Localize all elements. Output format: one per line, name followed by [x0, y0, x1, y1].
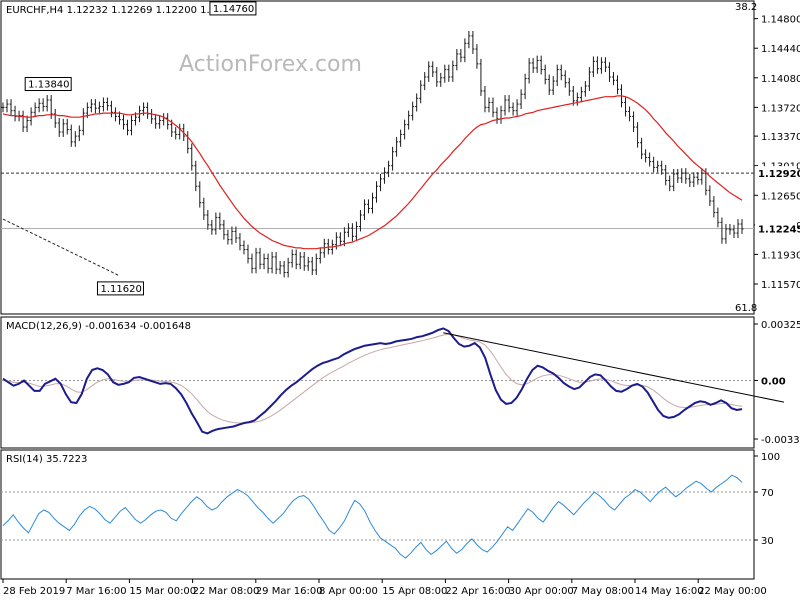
price-y-tick-label: 1.12650: [761, 191, 800, 202]
watermark: ActionForex.com: [179, 52, 362, 77]
annotation-label: 1.14760: [213, 4, 254, 15]
price-y-tick-label: 1.11570: [761, 280, 800, 291]
chart-root: EURCHF,H4 1.12232 1.12269 1.12200 1.1224…: [0, 0, 800, 600]
macd-y-tick-label: 0.003253: [761, 320, 800, 331]
x-tick-label: 14 May 16:00: [635, 586, 704, 597]
rsi-y-tick-label: 100: [761, 452, 780, 463]
annotation-label: 1.11620: [100, 284, 141, 295]
fib-top-label: 38.2: [735, 2, 757, 13]
x-tick-label: 22 May 00:00: [698, 586, 767, 597]
macd-y-tick-label: 0.00: [761, 376, 786, 387]
x-tick-label: 28 Feb 2019: [3, 586, 65, 597]
horizontal-level-label: 1.12920: [758, 169, 800, 180]
chart-canvas: EURCHF,H4 1.12232 1.12269 1.12200 1.1224…: [0, 0, 800, 600]
x-tick-label: 15 Mar 00:00: [129, 586, 196, 597]
price-y-tick-label: 1.13370: [761, 132, 800, 143]
annotation-label: 1.13840: [28, 80, 69, 91]
rsi-y-tick-label: 70: [761, 488, 774, 499]
x-tick-label: 7 May 08:00: [572, 586, 634, 597]
fib-bottom-label: 61.8: [735, 303, 757, 314]
x-tick-label: 29 Mar 16:00: [256, 586, 323, 597]
rsi-y-tick-label: 30: [761, 536, 774, 547]
chart-background: [0, 0, 800, 600]
x-tick-label: 30 Apr 00:00: [509, 586, 574, 597]
x-tick-label: 7 Mar 16:00: [66, 586, 126, 597]
x-tick-label: 8 Apr 00:00: [319, 586, 378, 597]
macd-title: MACD(12,26,9) -0.001634 -0.001648: [6, 321, 191, 332]
price-y-tick-label: 1.14080: [761, 74, 800, 85]
rsi-title: RSI(14) 35.7223: [6, 454, 87, 465]
current-price-label: 1.12245: [758, 225, 800, 236]
x-tick-label: 22 Mar 08:00: [193, 586, 260, 597]
price-title: EURCHF,H4 1.12232 1.12269 1.12200 1.1224…: [6, 5, 242, 16]
x-tick-label: 15 Apr 08:00: [382, 586, 447, 597]
price-y-tick-label: 1.13720: [761, 103, 800, 114]
price-y-tick-label: 1.14440: [761, 44, 800, 55]
macd-y-tick-label: -0.003373: [761, 435, 800, 446]
price-y-tick-label: 1.14800: [761, 15, 800, 26]
price-y-tick-label: 1.11930: [761, 250, 800, 261]
x-tick-label: 22 Apr 16:00: [445, 586, 510, 597]
